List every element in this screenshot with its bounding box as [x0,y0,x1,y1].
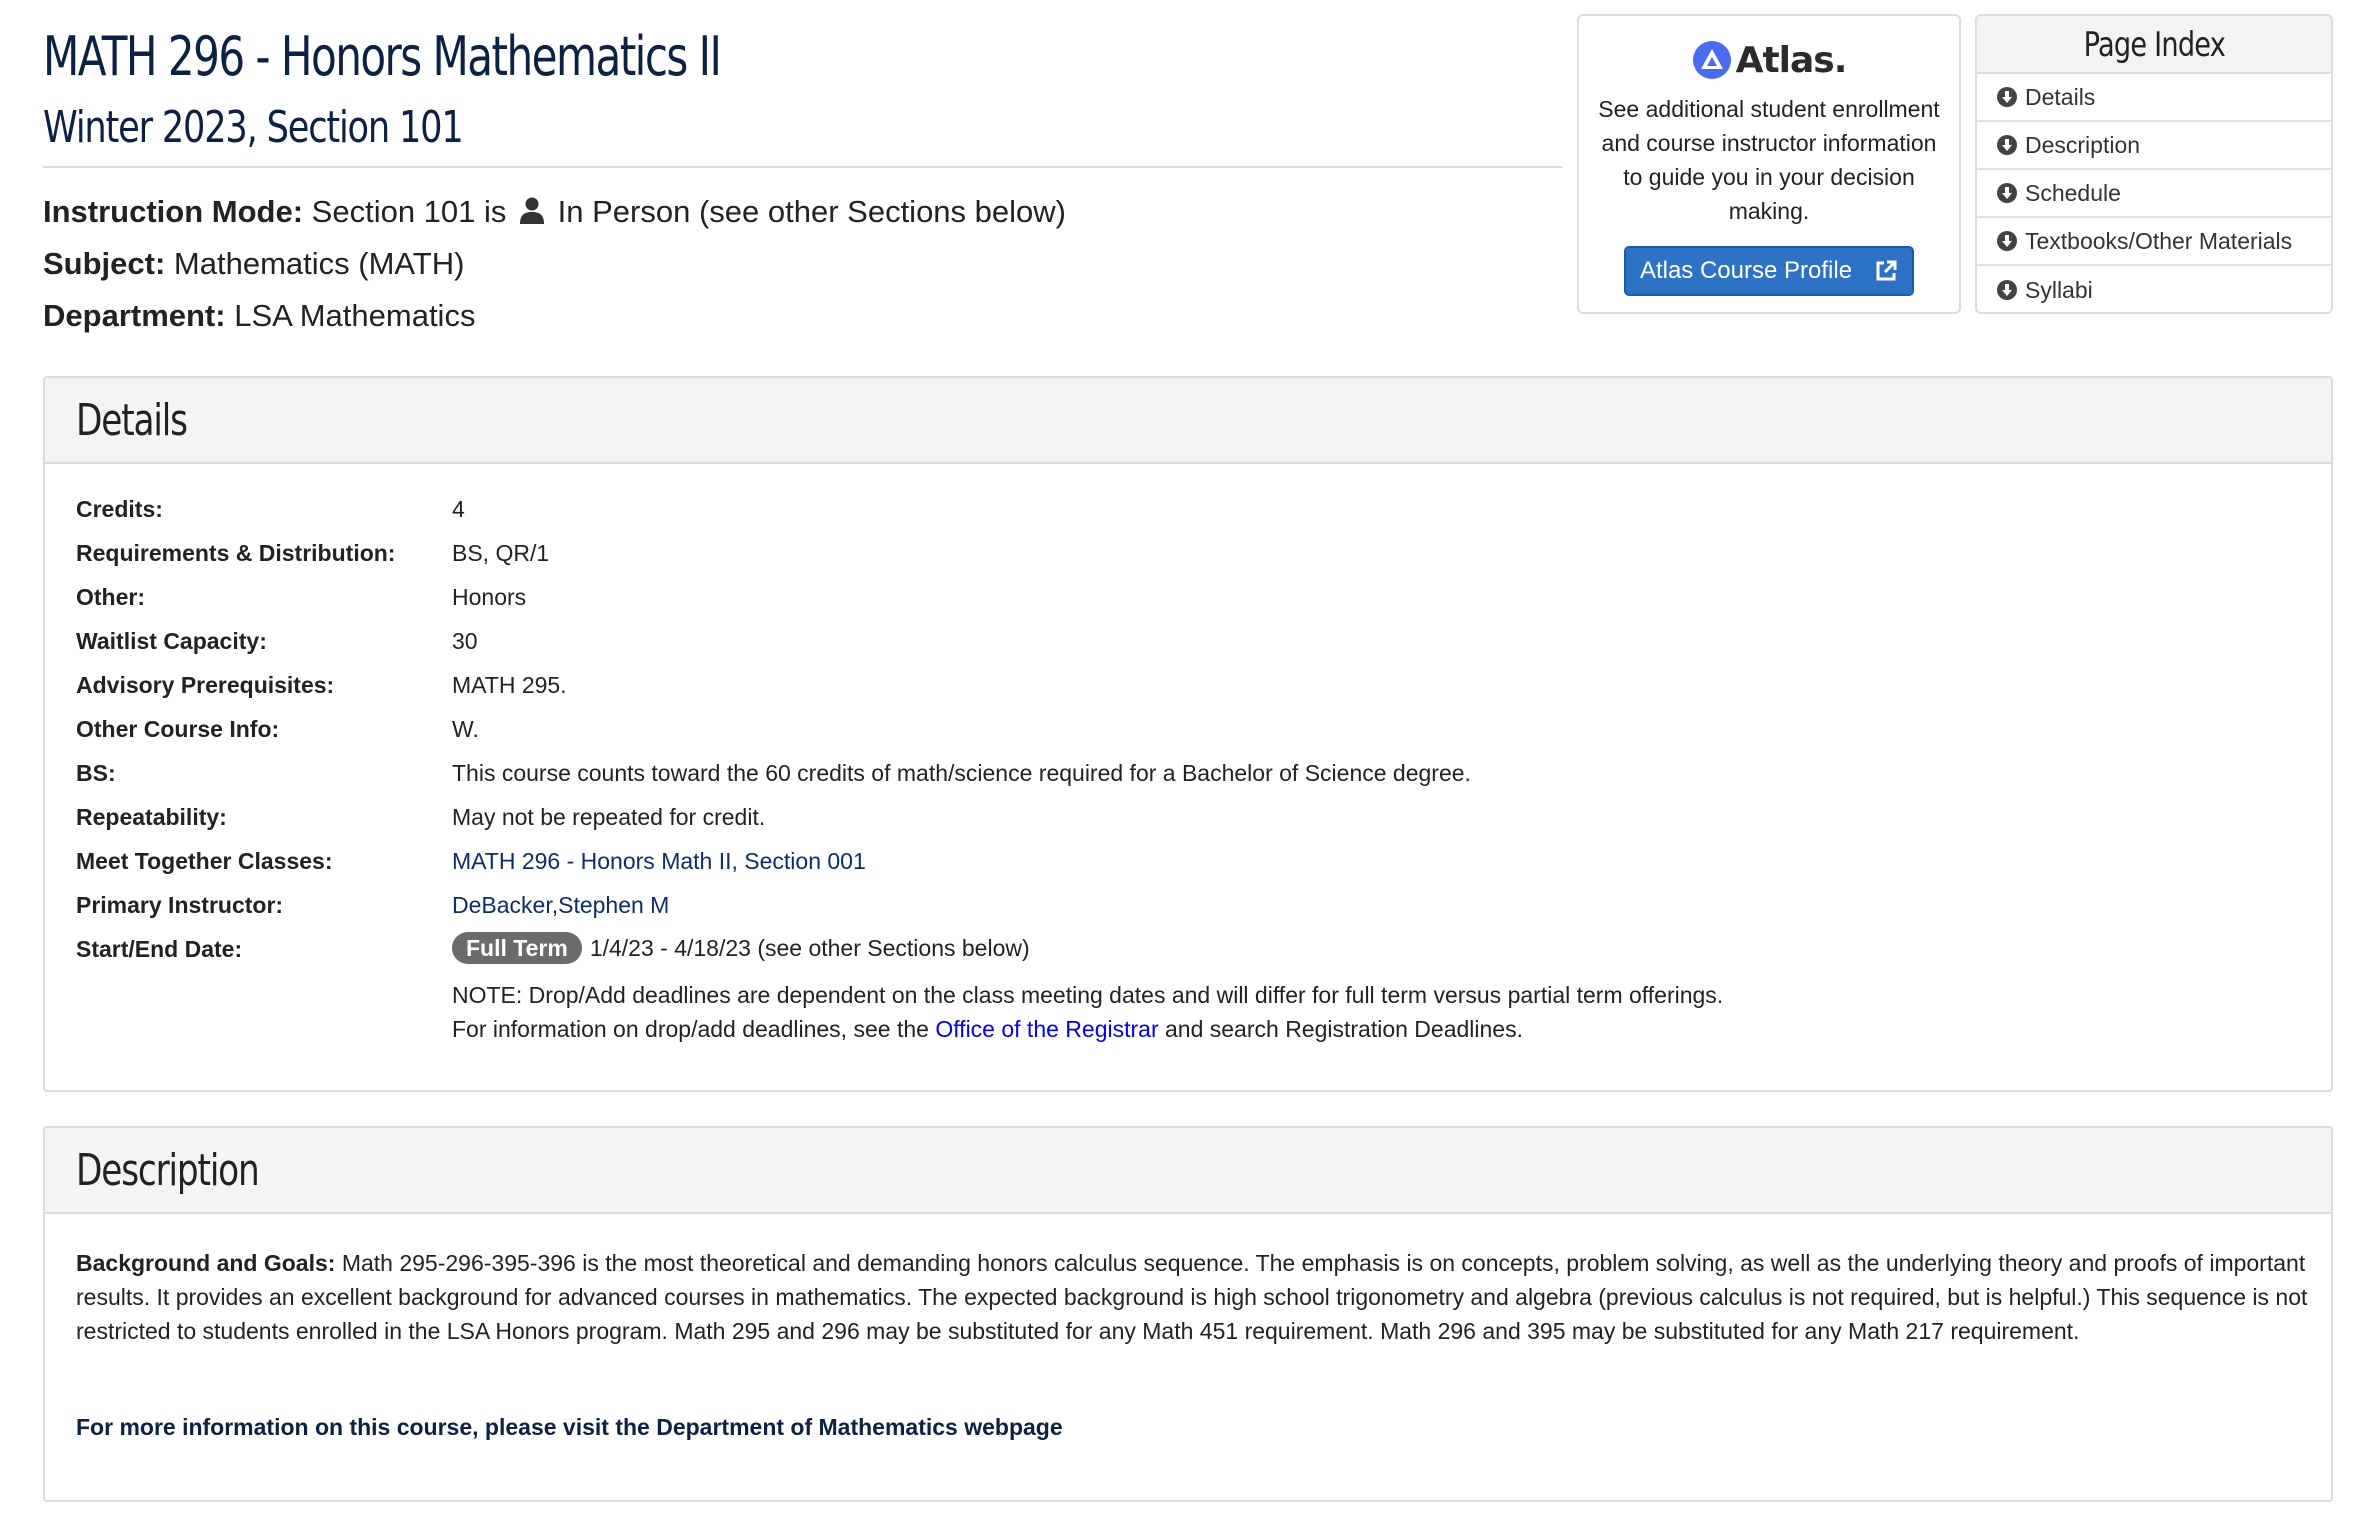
info-line: For information on drop/add deadlines, s… [452,1016,1523,1043]
detail-label: Requirements & Distribution: [76,540,396,566]
subject-value: Mathematics (MATH) [173,246,465,281]
page-index-label: Syllabi [2025,276,2093,303]
arrow-circle-down-icon [1997,135,2017,155]
atlas-card: Atlas. See additional student enrollment… [1577,14,1961,314]
detail-value: 30 [452,628,478,654]
department-value: LSA Mathematics [234,298,476,333]
detail-value: W. [452,716,479,742]
registrar-link[interactable]: Office of the Registrar [935,1016,1158,1042]
page-index-item-description[interactable]: Description [1977,122,2331,170]
arrow-circle-down-icon [1997,183,2017,203]
arrow-circle-down-icon [1997,280,2017,300]
math-department-link[interactable]: For more information on this course, ple… [76,1414,1063,1441]
subject-line: Subject: Mathematics (MATH) [43,238,1066,290]
header-divider [43,166,1563,168]
date-range: 1/4/23 - 4/18/23 (see other Sections bel… [589,935,1030,961]
instructor-link[interactable]: DeBacker,Stephen M [452,892,669,919]
page-index-title: Page Index [1977,16,2331,74]
info-post: and search Registration Deadlines. [1165,1016,1523,1042]
page-subtitle: Winter 2023, Section 101 [43,102,464,153]
page-index-label: Description [2025,131,2141,158]
department-label: Department: [43,298,226,333]
course-header: MATH 296 - Honors Mathematics II Winter … [43,14,1563,156]
detail-label: Credits: [76,496,163,522]
arrow-circle-down-icon [1997,231,2017,251]
detail-label: Waitlist Capacity: [76,628,267,654]
atlas-logo-icon [1692,41,1731,79]
page-index-item-syllabi[interactable]: Syllabi [1977,266,2331,312]
subject-label: Subject: [43,246,166,281]
atlas-logo-text: Atlas. [1735,39,1848,81]
detail-value: Honors [452,584,527,610]
course-meta: Instruction Mode: Section 101 is In Pers… [43,186,1066,342]
detail-value: BS, QR/1 [452,540,550,566]
detail-label: BS: [76,760,116,786]
description-panel: Description Background and Goals: Math 2… [43,1126,2333,1502]
instruction-mode-value: In Person (see other Sections below) [557,194,1066,229]
detail-value: 4 [452,496,465,522]
detail-value: MATH 295. [452,672,567,698]
page-index: Page Index Details Description Schedule … [1975,14,2333,314]
background-text: Math 295-296-395-396 is the most theoret… [76,1250,2308,1344]
detail-label: Primary Instructor: [76,892,284,918]
instruction-mode-line: Instruction Mode: Section 101 is In Pers… [43,186,1066,238]
description-heading: Description [45,1128,2331,1214]
detail-label: Other: [76,584,145,610]
instruction-mode-label: Instruction Mode: [43,194,304,229]
external-link-icon [1876,260,1897,281]
detail-value: This course counts toward the 60 credits… [452,760,1471,786]
detail-label: Advisory Prerequisites: [76,672,335,698]
note-text: NOTE: Drop/Add deadlines are dependent o… [452,982,1724,1008]
person-icon [520,197,545,224]
instruction-mode-pre: Section 101 is [311,194,507,229]
detail-label: Meet Together Classes: [76,848,333,874]
department-line: Department: LSA Mathematics [43,290,1066,342]
page-index-item-schedule[interactable]: Schedule [1977,170,2331,218]
page-index-item-details[interactable]: Details [1977,74,2331,122]
page-index-label: Details [2025,83,2096,110]
detail-label: Other Course Info: [76,716,280,742]
background-label: Background and Goals: [76,1250,336,1276]
page-index-item-textbooks[interactable]: Textbooks/Other Materials [1977,218,2331,266]
page-index-label: Schedule [2025,179,2121,206]
details-panel: Details Credits: 4 Requirements & Distri… [43,376,2333,1092]
info-pre: For information on drop/add deadlines, s… [452,1016,929,1042]
page-index-label: Textbooks/Other Materials [2025,227,2293,254]
atlas-button-label: Atlas Course Profile [1639,257,1853,284]
meet-together-link[interactable]: MATH 296 - Honors Math II, Section 001 [452,848,866,875]
atlas-course-profile-button[interactable]: Atlas Course Profile [1624,246,1914,296]
description-body: Background and Goals: Math 295-296-395-3… [76,1246,2316,1348]
atlas-description: See additional student enrollment and co… [1598,96,1940,224]
arrow-circle-down-icon [1997,87,2017,107]
detail-label: Repeatability: [76,804,227,830]
page-title: MATH 296 - Honors Mathematics II [43,25,722,88]
atlas-logo: Atlas. [1579,32,1959,88]
detail-value: Full Term 1/4/23 - 4/18/23 (see other Sec… [452,932,1030,964]
term-badge: Full Term [452,932,582,964]
detail-value: May not be repeated for credit. [452,804,766,830]
detail-label: Start/End Date: [76,936,243,962]
details-heading: Details [45,378,2331,464]
